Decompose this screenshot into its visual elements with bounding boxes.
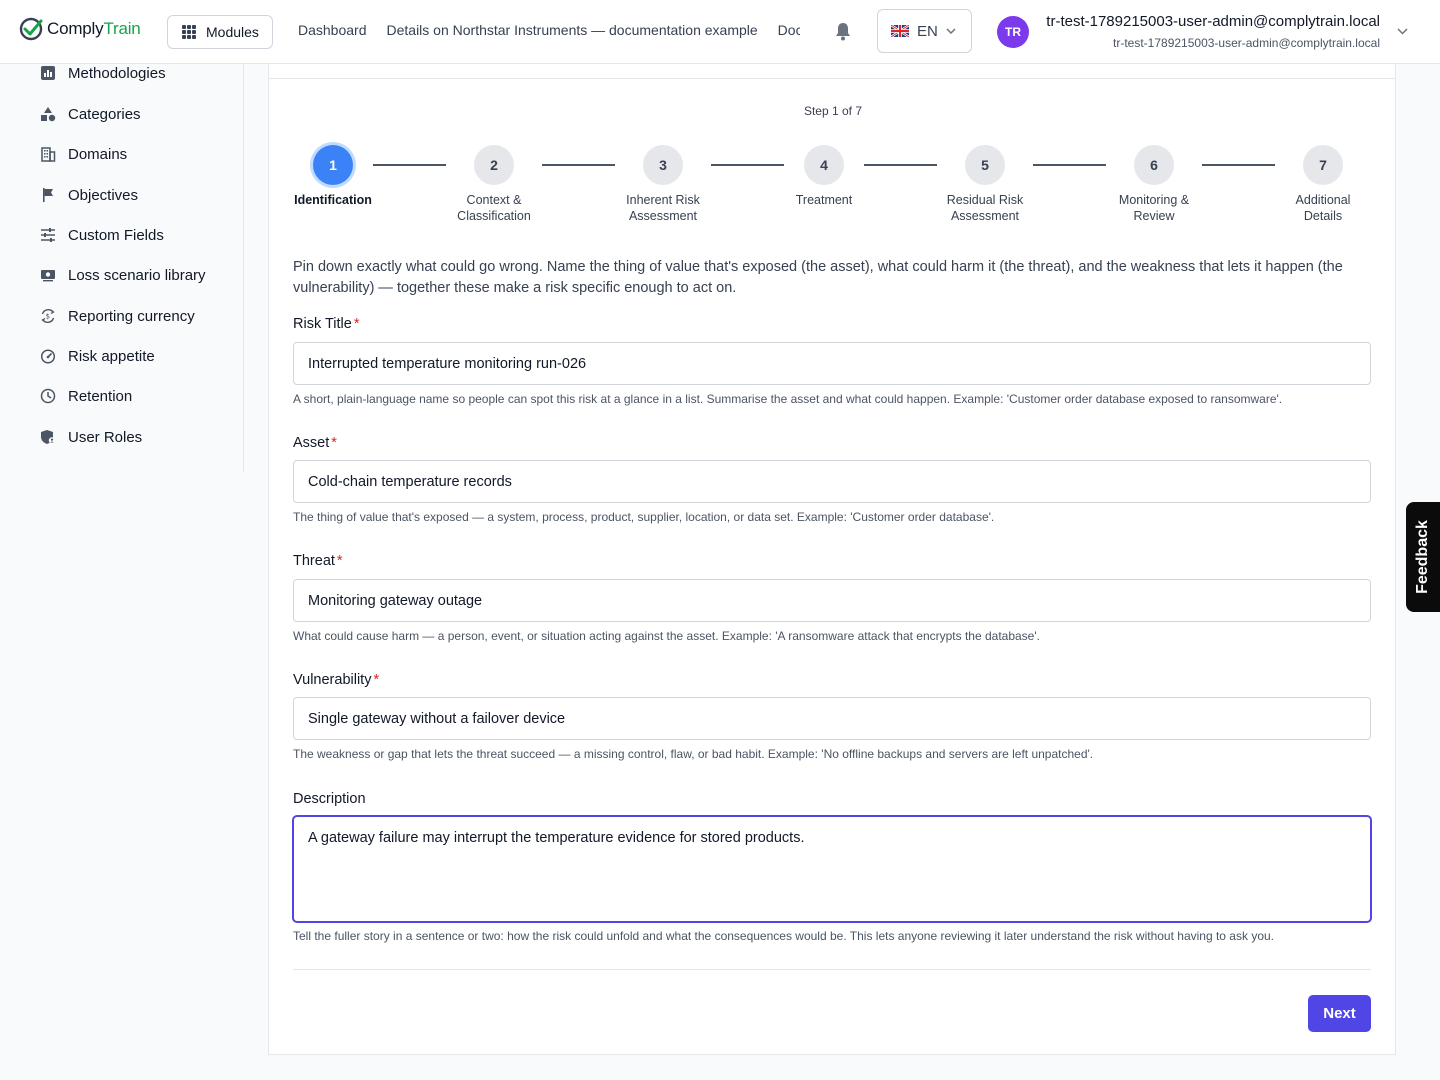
user-email: tr-test-1789215003-user-admin@complytrai… xyxy=(1113,36,1380,50)
asset-input[interactable]: Cold-chain temperature records xyxy=(293,460,1371,503)
sidebar: Methodologies Categories Domains Objecti… xyxy=(0,64,244,472)
modules-button[interactable]: Modules xyxy=(167,15,273,49)
asset-help: The thing of value that's exposed — a sy… xyxy=(293,510,995,524)
step-3-label: Inherent Risk Assessment xyxy=(626,193,700,223)
clock-icon xyxy=(40,388,56,404)
breadcrumb-details[interactable]: Details on Northstar Instruments — docum… xyxy=(387,22,758,38)
step-connector xyxy=(373,164,446,166)
language-selector[interactable]: EN xyxy=(877,9,972,53)
sidebar-item-objectives[interactable]: Objectives xyxy=(40,184,138,206)
logo-check-icon xyxy=(19,17,43,41)
step-connector xyxy=(711,164,784,166)
step-1-label: Identification xyxy=(294,193,372,207)
sidebar-item-label: Methodologies xyxy=(68,64,166,82)
bell-icon[interactable] xyxy=(834,21,852,41)
sidebar-item-label: Categories xyxy=(68,105,141,123)
card-top-edge xyxy=(268,64,1396,79)
sidebar-item-label: Retention xyxy=(68,387,133,405)
step-6-label: Monitoring & Review xyxy=(1118,193,1190,223)
step-3-circle[interactable]: 3 xyxy=(643,145,683,185)
threat-help: What could cause harm — a person, event,… xyxy=(293,629,1040,643)
description-textarea[interactable]: A gateway failure may interrupt the temp… xyxy=(293,816,1371,922)
step-7-circle[interactable]: 7 xyxy=(1303,145,1343,185)
sidebar-item-loss-scenario-library[interactable]: Loss scenario library xyxy=(40,264,206,286)
sidebar-item-label: Objectives xyxy=(68,186,139,204)
step-5-label: Residual Risk Assessment xyxy=(946,193,1024,223)
shapes-icon xyxy=(41,107,56,122)
step-2-label: Context & Classification xyxy=(457,193,531,223)
step-4-label: Treatment xyxy=(795,193,853,207)
chevron-down-icon xyxy=(946,28,956,34)
sliders-icon xyxy=(41,228,55,242)
stepper: 1 2 3 4 5 6 7 Identification Context & C… xyxy=(269,79,1397,239)
sidebar-item-domains[interactable]: Domains xyxy=(40,143,127,165)
grid-icon xyxy=(182,25,196,39)
currency-exchange-icon: $ xyxy=(41,308,55,324)
sidebar-item-label: Reporting currency xyxy=(68,307,195,325)
asset-label: Asset * xyxy=(293,435,337,451)
logo-text: ComplyTrain xyxy=(47,19,141,38)
sidebar-item-reporting-currency[interactable]: $ Reporting currency xyxy=(40,305,195,327)
money-icon xyxy=(41,270,55,282)
divider xyxy=(293,969,1371,970)
sidebar-item-label: Risk appetite xyxy=(68,347,155,365)
user-name[interactable]: tr-test-1789215003-user-admin@complytrai… xyxy=(1046,13,1380,30)
step-intro: Pin down exactly what could go wrong. Na… xyxy=(293,259,1343,296)
feedback-tab[interactable]: Feedback xyxy=(1406,502,1440,612)
risk-wizard-card: Step 1 of 7 1 2 3 4 5 6 7 Identification… xyxy=(268,78,1396,1055)
user-menu-chevron-icon[interactable] xyxy=(1397,28,1408,35)
step-connector xyxy=(864,164,937,166)
sidebar-item-categories[interactable]: Categories xyxy=(40,103,141,125)
step-5-circle[interactable]: 5 xyxy=(965,145,1005,185)
step-7-label: Additional Details xyxy=(1295,193,1351,223)
feedback-label: Feedback xyxy=(1414,520,1431,594)
sidebar-item-risk-appetite[interactable]: Risk appetite xyxy=(40,345,155,367)
step-connector xyxy=(542,164,615,166)
description-help: Tell the fuller story in a sentence or t… xyxy=(293,929,1274,943)
risk-title-help: A short, plain-language name so people c… xyxy=(293,392,1283,406)
step-2-circle[interactable]: 2 xyxy=(474,145,514,185)
sidebar-item-custom-fields[interactable]: Custom Fields xyxy=(40,224,164,246)
description-label: Description xyxy=(293,791,366,807)
vulnerability-input[interactable]: Single gateway without a failover device xyxy=(293,697,1371,740)
sidebar-item-user-roles[interactable]: User Roles xyxy=(40,426,142,448)
avatar[interactable]: TR xyxy=(997,16,1029,48)
vulnerability-label: Vulnerability * xyxy=(293,672,380,688)
top-bar: ComplyTrain Modules Dashboard Details on… xyxy=(0,0,1440,64)
next-button[interactable]: Next xyxy=(1308,995,1371,1032)
sidebar-item-retention[interactable]: Retention xyxy=(40,385,132,407)
logo[interactable]: ComplyTrain xyxy=(18,16,141,42)
threat-label: Threat * xyxy=(293,553,343,569)
sidebar-item-label: Loss scenario library xyxy=(68,266,206,284)
breadcrumb-documents[interactable]: Documents xyxy=(778,22,800,38)
vulnerability-help: The weakness or gap that lets the threat… xyxy=(293,747,1094,761)
step-connector xyxy=(1033,164,1106,166)
sidebar-item-label: Domains xyxy=(68,145,128,163)
step-6-circle[interactable]: 6 xyxy=(1134,145,1174,185)
modules-label: Modules xyxy=(206,24,259,40)
step-1-circle[interactable]: 1 xyxy=(313,145,353,185)
building-icon xyxy=(41,147,56,162)
breadcrumb-dashboard[interactable]: Dashboard xyxy=(298,22,367,38)
risk-title-input[interactable]: Interrupted temperature monitoring run-0… xyxy=(293,342,1371,385)
sidebar-item-methodologies[interactable]: Methodologies xyxy=(40,62,166,84)
sidebar-item-label: Custom Fields xyxy=(68,226,164,244)
chart-icon xyxy=(41,66,55,80)
svg-text:$: $ xyxy=(46,313,50,321)
step-4-circle[interactable]: 4 xyxy=(804,145,844,185)
step-connector xyxy=(1202,164,1275,166)
sidebar-item-label: User Roles xyxy=(68,428,143,446)
risk-title-label: Risk Title * xyxy=(293,316,360,332)
gauge-icon xyxy=(40,349,56,364)
language-label: EN xyxy=(917,22,938,40)
flag-icon xyxy=(43,188,53,202)
shield-user-icon xyxy=(41,430,56,444)
uk-flag-icon xyxy=(891,25,909,37)
breadcrumb: Dashboard Details on Northstar Instrumen… xyxy=(298,22,800,38)
threat-input[interactable]: Monitoring gateway outage xyxy=(293,579,1371,622)
